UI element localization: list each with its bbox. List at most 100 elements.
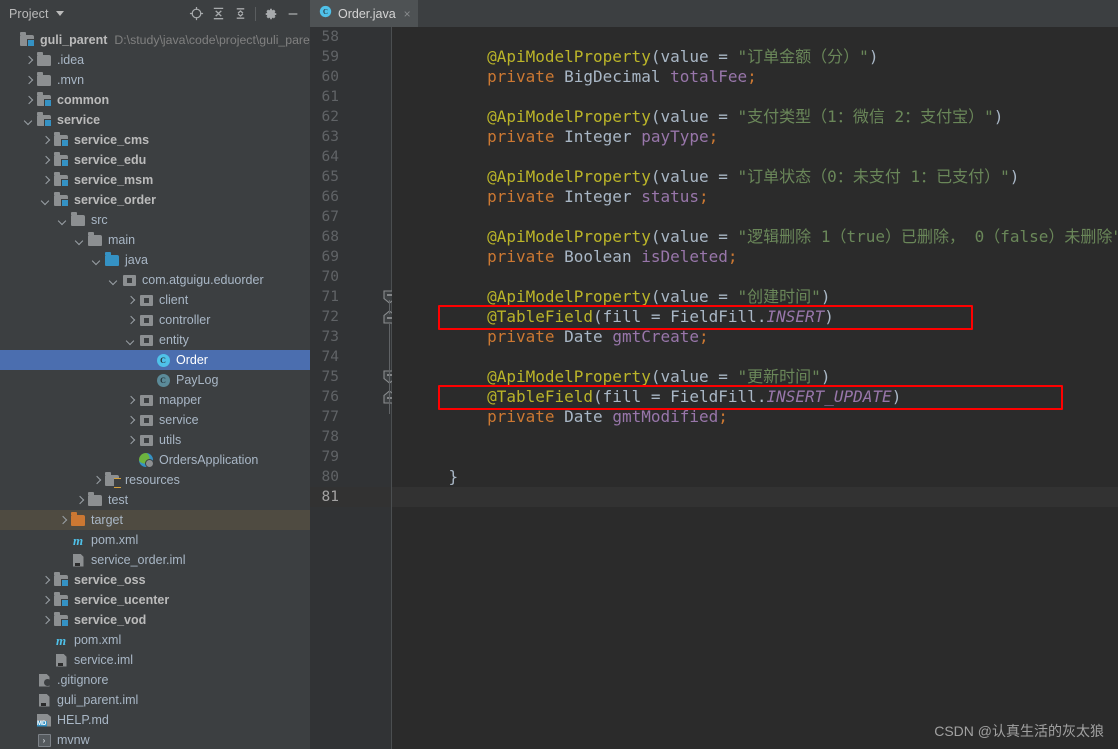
code-line-81[interactable] (392, 487, 1118, 507)
gutter-line-67[interactable]: 67 (310, 207, 391, 227)
chevron-right-icon[interactable] (23, 95, 34, 106)
chevron-down-icon[interactable] (91, 255, 102, 266)
locate-icon[interactable] (185, 3, 207, 25)
tree-item-order[interactable]: C Order (0, 350, 310, 370)
collapse-all-icon[interactable] (229, 3, 251, 25)
code-viewport[interactable]: 58 59 60 61 62 63 64 65 66 67 68 69 70 71 72 73 74 75 76 77… (310, 27, 1118, 749)
tree-item-ordersapplication[interactable]: OrdersApplication (0, 450, 310, 470)
chevron-right-icon[interactable] (40, 155, 51, 166)
chevron-right-icon[interactable] (125, 295, 136, 306)
code-line-71[interactable]: @ApiModelProperty(value = "创建时间") (392, 287, 1118, 307)
tree-item-service-msm[interactable]: service_msm (0, 170, 310, 190)
gutter-line-76[interactable]: 76 (310, 387, 396, 407)
gutter-line-78[interactable]: 78 (310, 427, 391, 447)
editor-gutter[interactable]: 58 59 60 61 62 63 64 65 66 67 68 69 70 71 72 73 74 75 76 77… (310, 27, 396, 749)
chevron-right-icon[interactable] (40, 615, 51, 626)
gutter-line-66[interactable]: 66 (310, 187, 391, 207)
tree-item-com-atguigu-eduorder[interactable]: com.atguigu.eduorder (0, 270, 310, 290)
tree-item-test[interactable]: test (0, 490, 310, 510)
tree-item-mvn[interactable]: .mvn (0, 70, 310, 90)
gutter-line-71[interactable]: 71 (310, 287, 396, 307)
tree-item-utils[interactable]: utils (0, 430, 310, 450)
tree-item-service-iml[interactable]: service.iml (0, 650, 310, 670)
tree-item-service-vod[interactable]: service_vod (0, 610, 310, 630)
gutter-line-61[interactable]: 61 (310, 87, 391, 107)
tree-item-mvnw[interactable]: › mvnw (0, 730, 310, 749)
gutter-line-70[interactable]: 70 (310, 267, 391, 287)
gutter-line-59[interactable]: 59 (310, 47, 391, 67)
chevron-right-icon[interactable] (125, 395, 136, 406)
code-line-61[interactable] (392, 87, 1118, 107)
project-panel-title[interactable]: Project (9, 7, 49, 21)
code-line-59[interactable]: @ApiModelProperty(value = "订单金额（分）") (392, 47, 1118, 67)
tree-item-paylog[interactable]: C PayLog (0, 370, 310, 390)
chevron-down-icon[interactable] (108, 275, 119, 286)
chevron-down-icon[interactable] (57, 215, 68, 226)
chevron-down-icon[interactable] (55, 11, 64, 16)
code-line-67[interactable] (392, 207, 1118, 227)
chevron-right-icon[interactable] (57, 515, 68, 526)
code-line-72[interactable]: @TableField(fill = FieldFill.INSERT) (392, 307, 1118, 327)
code-line-60[interactable]: private BigDecimal totalFee; (392, 67, 1118, 87)
code-line-62[interactable]: @ApiModelProperty(value = "支付类型（1：微信 2：支… (392, 107, 1118, 127)
chevron-right-icon[interactable] (125, 415, 136, 426)
gutter-line-77[interactable]: 77 (310, 407, 391, 427)
tree-item-guli-parent-iml[interactable]: guli_parent.iml (0, 690, 310, 710)
code-line-76[interactable]: @TableField(fill = FieldFill.INSERT_UPDA… (392, 387, 1118, 407)
chevron-down-icon[interactable] (74, 235, 85, 246)
chevron-right-icon[interactable] (40, 135, 51, 146)
tree-item-service-order-iml[interactable]: service_order.iml (0, 550, 310, 570)
tree-item-service[interactable]: service (0, 110, 310, 130)
tree-item-resources[interactable]: resources (0, 470, 310, 490)
chevron-down-icon[interactable] (40, 195, 51, 206)
tree-item-idea[interactable]: .idea (0, 50, 310, 70)
chevron-right-icon[interactable] (91, 475, 102, 486)
tree-item-java[interactable]: java (0, 250, 310, 270)
gutter-line-74[interactable]: 74 (310, 347, 391, 367)
chevron-right-icon[interactable] (74, 495, 85, 506)
tree-item-service-cms[interactable]: service_cms (0, 130, 310, 150)
chevron-down-icon[interactable] (125, 335, 136, 346)
chevron-right-icon[interactable] (40, 575, 51, 586)
tree-item-pom-xml[interactable]: m pom.xml (0, 630, 310, 650)
chevron-right-icon[interactable] (23, 75, 34, 86)
tree-item-help-md[interactable]: HELP.md (0, 710, 310, 730)
gutter-line-64[interactable]: 64 (310, 147, 391, 167)
code-line-65[interactable]: @ApiModelProperty(value = "订单状态（0：未支付 1：… (392, 167, 1118, 187)
tree-item-pom-xml[interactable]: m pom.xml (0, 530, 310, 550)
gear-icon[interactable] (260, 3, 282, 25)
code-line-77[interactable]: private Date gmtModified; (392, 407, 1118, 427)
gutter-line-72[interactable]: 72 (310, 307, 396, 327)
code-line-66[interactable]: private Integer status; (392, 187, 1118, 207)
tree-item-gitignore[interactable]: .gitignore (0, 670, 310, 690)
gutter-line-68[interactable]: 68 (310, 227, 391, 247)
chevron-right-icon[interactable] (40, 595, 51, 606)
gutter-line-69[interactable]: 69 (310, 247, 391, 267)
tree-item-target[interactable]: target (0, 510, 310, 530)
code-line-69[interactable]: private Boolean isDeleted; (392, 247, 1118, 267)
tree-item-client[interactable]: client (0, 290, 310, 310)
gutter-line-81[interactable]: 81 (310, 487, 391, 507)
code-line-78[interactable] (392, 427, 1118, 447)
code-line-58[interactable] (392, 27, 1118, 47)
chevron-right-icon[interactable] (125, 315, 136, 326)
code-text[interactable]: @ApiModelProperty(value = "订单金额（分）") pri… (392, 27, 1118, 749)
code-line-74[interactable] (392, 347, 1118, 367)
tree-item-src[interactable]: src (0, 210, 310, 230)
tab-order-java[interactable]: C Order.java × (310, 0, 418, 27)
chevron-right-icon[interactable] (40, 175, 51, 186)
gutter-line-65[interactable]: 65 (310, 167, 391, 187)
expand-all-icon[interactable] (207, 3, 229, 25)
tree-item-service-edu[interactable]: service_edu (0, 150, 310, 170)
code-line-75[interactable]: @ApiModelProperty(value = "更新时间") (392, 367, 1118, 387)
project-file-tree[interactable]: guli_parent D:\study\java\code\project\gu… (0, 28, 310, 749)
tree-item-service[interactable]: service (0, 410, 310, 430)
tree-item-mapper[interactable]: mapper (0, 390, 310, 410)
gutter-line-60[interactable]: 60 (310, 67, 391, 87)
tree-item-guli-parent[interactable]: guli_parent D:\study\java\code\project\gu… (0, 30, 310, 50)
code-line-70[interactable] (392, 267, 1118, 287)
tree-item-common[interactable]: common (0, 90, 310, 110)
tree-item-entity[interactable]: entity (0, 330, 310, 350)
code-line-80[interactable]: } (392, 467, 1118, 487)
code-line-73[interactable]: private Date gmtCreate; (392, 327, 1118, 347)
